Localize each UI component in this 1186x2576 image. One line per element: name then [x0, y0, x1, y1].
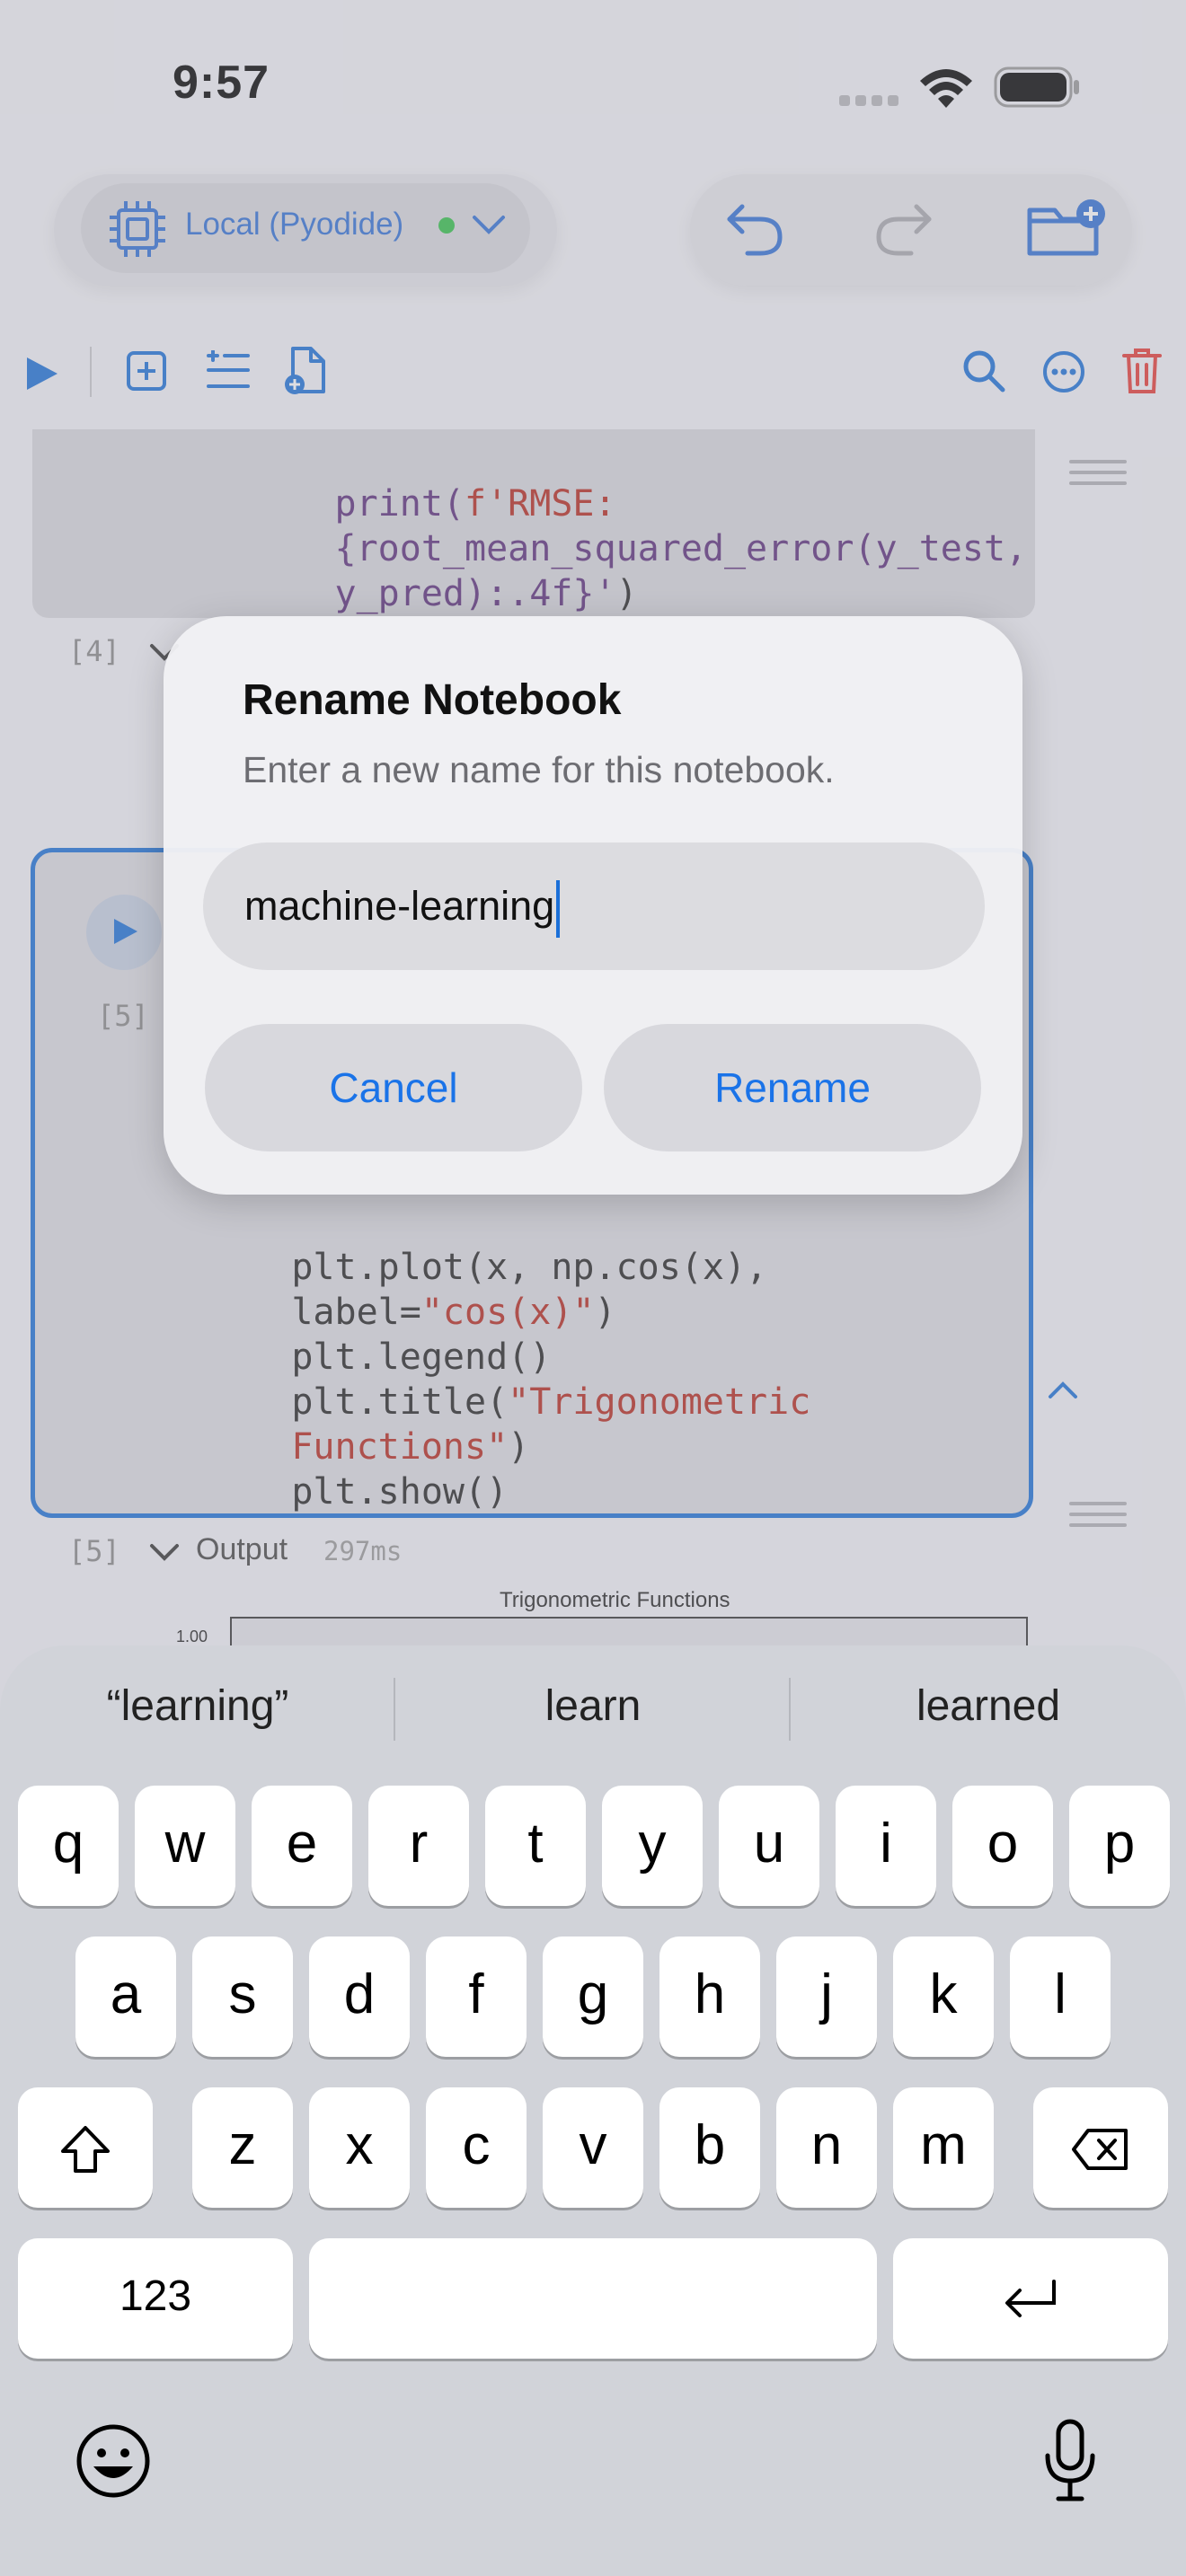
- key-l[interactable]: l: [1010, 1936, 1111, 2057]
- key-z[interactable]: z: [192, 2087, 293, 2208]
- key-b[interactable]: b: [659, 2087, 760, 2208]
- key-t[interactable]: t: [485, 1786, 586, 1906]
- delete-icon: [1072, 2128, 1128, 2170]
- dialog-message: Enter a new name for this notebook.: [243, 749, 835, 790]
- key-j[interactable]: j: [776, 1936, 877, 2057]
- key-u[interactable]: u: [719, 1786, 819, 1906]
- key-h[interactable]: h: [659, 1936, 760, 2057]
- suggestion-divider: [394, 1678, 395, 1741]
- shift-key[interactable]: [18, 2087, 153, 2208]
- key-f[interactable]: f: [426, 1936, 527, 2057]
- key-w[interactable]: w: [135, 1786, 235, 1906]
- emoji-icon[interactable]: [75, 2423, 151, 2503]
- key-e[interactable]: e: [252, 1786, 352, 1906]
- key-m[interactable]: m: [893, 2087, 994, 2208]
- rename-dialog: Rename Notebook Enter a new name for thi…: [164, 616, 1022, 1195]
- suggestion-3[interactable]: learned: [800, 1681, 1177, 1731]
- text-caret: [556, 880, 561, 939]
- microphone-icon[interactable]: [1042, 2418, 1098, 2507]
- key-y[interactable]: y: [602, 1786, 703, 1906]
- return-icon: [1005, 2279, 1056, 2317]
- key-v[interactable]: v: [543, 2087, 643, 2208]
- suggestion-2[interactable]: learn: [404, 1681, 782, 1731]
- key-d[interactable]: d: [309, 1936, 410, 2057]
- key-x[interactable]: x: [309, 2087, 410, 2208]
- suggestion-divider: [789, 1678, 791, 1741]
- software-keyboard: “learning” learn learned q w e r t y u i…: [0, 1645, 1186, 2576]
- shift-icon: [61, 2125, 110, 2173]
- delete-key[interactable]: [1033, 2087, 1168, 2208]
- key-g[interactable]: g: [543, 1936, 643, 2057]
- notebook-name-input[interactable]: machine-learning: [203, 842, 985, 970]
- key-n[interactable]: n: [776, 2087, 877, 2208]
- key-q[interactable]: q: [18, 1786, 119, 1906]
- return-key[interactable]: [893, 2238, 1168, 2359]
- suggestion-1[interactable]: “learning”: [9, 1681, 386, 1731]
- notebook-name-value: machine-learning: [244, 883, 555, 929]
- key-p[interactable]: p: [1069, 1786, 1170, 1906]
- numbers-key[interactable]: 123: [18, 2238, 293, 2359]
- key-r[interactable]: r: [368, 1786, 469, 1906]
- key-i[interactable]: i: [836, 1786, 936, 1906]
- key-o[interactable]: o: [952, 1786, 1053, 1906]
- space-key[interactable]: [309, 2238, 877, 2359]
- cancel-button[interactable]: Cancel: [205, 1024, 582, 1151]
- key-s[interactable]: s: [192, 1936, 293, 2057]
- rename-button[interactable]: Rename: [604, 1024, 981, 1151]
- key-c[interactable]: c: [426, 2087, 527, 2208]
- key-a[interactable]: a: [75, 1936, 176, 2057]
- key-k[interactable]: k: [893, 1936, 994, 2057]
- dialog-title: Rename Notebook: [243, 676, 622, 724]
